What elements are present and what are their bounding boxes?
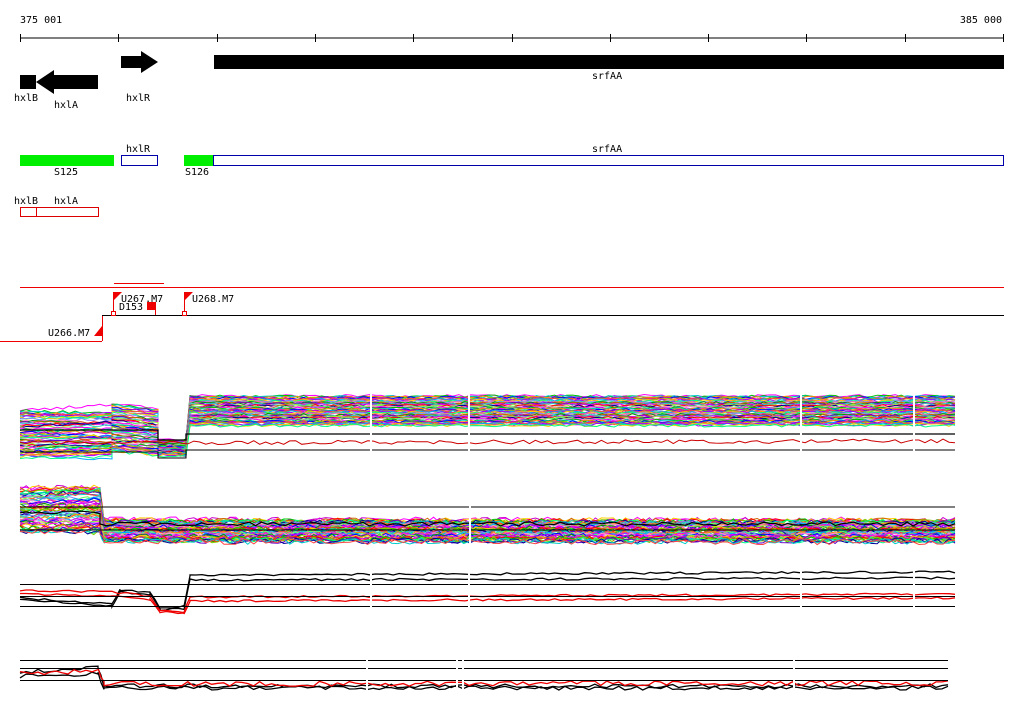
segment-label-S126: S126 bbox=[185, 167, 209, 178]
gene-label-srfAA: srfAA bbox=[592, 71, 622, 82]
panel-gap bbox=[800, 566, 802, 614]
gene-srfAA-bar[interactable] bbox=[214, 55, 1004, 69]
segment-label-S125: S125 bbox=[54, 167, 78, 178]
panel-gap bbox=[913, 392, 915, 462]
gene-hxlA-arrow[interactable] bbox=[36, 70, 98, 94]
panel-gap bbox=[800, 392, 802, 462]
transcript-label-hxlR: hxlR bbox=[126, 144, 151, 155]
gene-label-hxlB: hxlB bbox=[14, 93, 38, 104]
genome-browser-view: 375 001 385 000 hxlB hxlA hxlR srfAA hxl… bbox=[0, 15, 1004, 692]
panel-gap bbox=[469, 484, 471, 546]
panel-gap bbox=[468, 392, 470, 462]
expression-profile-line bbox=[19, 576, 956, 612]
expression-panel-4 bbox=[19, 656, 949, 692]
transcript-hxlR[interactable] bbox=[121, 155, 158, 166]
transcript-track: hxlR srfAA S125 S126 bbox=[20, 144, 1004, 178]
panel-gap bbox=[370, 566, 372, 614]
downshift-label-D153: D153 bbox=[119, 302, 143, 313]
gene-track: hxlB hxlA hxlR srfAA bbox=[14, 51, 1004, 111]
operon-track: hxlB hxlA bbox=[14, 196, 99, 217]
panel-gap bbox=[456, 656, 458, 692]
expression-panel-2 bbox=[19, 484, 956, 546]
upshift-U268-base bbox=[182, 311, 187, 316]
panel-gap bbox=[366, 656, 368, 692]
upshift-U266-flag[interactable] bbox=[94, 326, 102, 336]
gene-label-hxlR: hxlR bbox=[126, 93, 151, 104]
upshift-label-U266: U266.M7 bbox=[48, 328, 90, 339]
upshift-U267-base bbox=[111, 311, 116, 316]
segment-S126[interactable] bbox=[184, 155, 214, 166]
expression-panel-3 bbox=[19, 566, 956, 615]
expression-profile-line bbox=[19, 667, 949, 687]
downshift-D153-marker[interactable] bbox=[147, 302, 155, 310]
operon-label-hxlA: hxlA bbox=[54, 196, 78, 207]
gene-label-hxlA: hxlA bbox=[54, 100, 78, 111]
reference-line-upper bbox=[20, 429, 955, 441]
shift-track: U267.M7 D153 U268.M7 U266.M7 bbox=[0, 283, 1004, 342]
expression-profile-line bbox=[19, 484, 956, 524]
transcript-label-srfAA: srfAA bbox=[592, 144, 622, 155]
panel-gap bbox=[462, 656, 464, 692]
upshift-label-U268: U268.M7 bbox=[192, 294, 234, 305]
ruler-start-label: 375 001 bbox=[20, 15, 62, 26]
expression-profile-line bbox=[19, 665, 949, 689]
coordinate-ruler: 375 001 385 000 bbox=[20, 15, 1004, 42]
ruler-end-label: 385 000 bbox=[960, 15, 1002, 26]
transcript-srfAA[interactable] bbox=[213, 155, 1004, 166]
panel-gap bbox=[913, 566, 915, 614]
expression-panel-1 bbox=[19, 392, 956, 462]
expression-profile-line bbox=[19, 570, 956, 612]
panel-gap bbox=[370, 392, 372, 462]
panel-gap bbox=[468, 566, 470, 614]
operon-hxlB-box[interactable] bbox=[20, 207, 37, 217]
operon-hxlA-box[interactable] bbox=[36, 207, 99, 217]
gene-hxlR-arrow[interactable] bbox=[121, 51, 158, 73]
operon-label-hxlB: hxlB bbox=[14, 196, 38, 207]
panel-gap bbox=[793, 656, 795, 692]
segment-S125[interactable] bbox=[20, 155, 114, 166]
gene-hxlB-shape[interactable] bbox=[20, 75, 36, 89]
